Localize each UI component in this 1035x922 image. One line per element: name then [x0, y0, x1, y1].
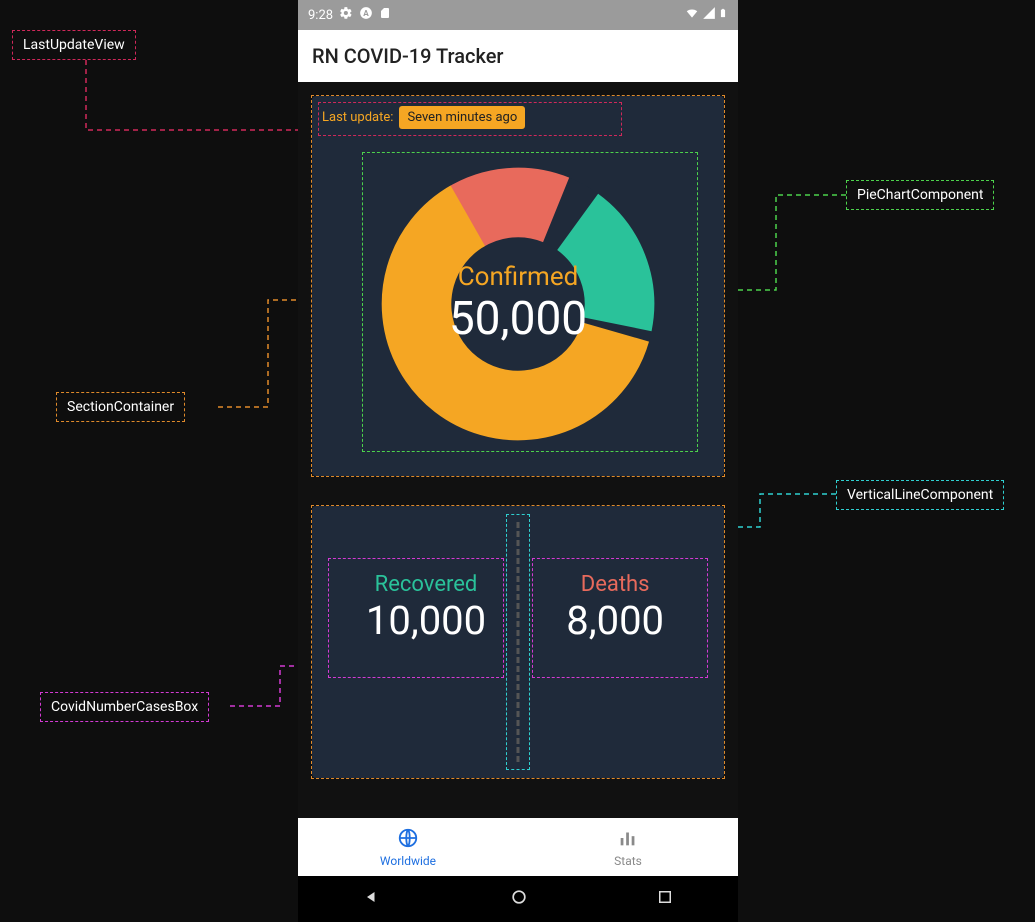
app-body: Last update: Seven minutes ago: [298, 82, 738, 778]
android-status-bar: 9:28 A: [298, 0, 738, 30]
tab-worldwide[interactable]: Worldwide: [298, 818, 518, 876]
annotation-label: VerticalLineComponent: [847, 487, 993, 503]
globe-icon: [397, 827, 419, 852]
android-recent-button[interactable]: [656, 888, 674, 910]
signal-icon: [702, 6, 716, 24]
status-right: [684, 5, 728, 25]
tab-label: Worldwide: [380, 854, 436, 868]
tab-stats[interactable]: Stats: [518, 818, 738, 876]
recovered-value: 10,000: [366, 597, 486, 644]
last-update-label: Last update:: [322, 110, 393, 125]
section-container-2: Recovered 10,000 Deaths 8,000: [312, 506, 724, 778]
tab-label: Stats: [614, 854, 642, 868]
status-left: 9:28 A: [308, 6, 391, 24]
annotation-covid-number-cases-box: CovidNumberCasesBox: [40, 692, 209, 722]
sd-card-icon: [379, 6, 391, 24]
battery-icon: [718, 5, 728, 25]
status-time: 9:28: [308, 8, 333, 23]
deaths-label: Deaths: [560, 572, 670, 597]
phone-frame: 9:28 A RN COVID-19 Tracker: [298, 0, 738, 922]
pie-chart-component: Confirmed 50,000: [368, 154, 668, 454]
pie-center: Confirmed 50,000: [449, 262, 587, 346]
deaths-value: 8,000: [560, 597, 670, 644]
android-home-button[interactable]: [509, 887, 529, 911]
last-update-badge: Seven minutes ago: [399, 106, 525, 129]
covid-number-cases-box-deaths: Deaths 8,000: [540, 562, 690, 654]
covid-number-cases-box-recovered: Recovered 10,000: [346, 562, 506, 654]
confirmed-value: 50,000: [449, 292, 587, 346]
confirmed-label: Confirmed: [449, 262, 587, 292]
annotation-label: PieChartComponent: [857, 187, 983, 203]
section-container: Last update: Seven minutes ago: [312, 96, 724, 476]
last-update-view: Last update: Seven minutes ago: [322, 106, 525, 129]
stats-row: Recovered 10,000 Deaths 8,000: [312, 562, 724, 654]
annotation-vertical-line-component: VerticalLineComponent: [836, 480, 1004, 510]
circle-a-icon: A: [359, 6, 373, 24]
bottom-tab-bar: Worldwide Stats: [298, 818, 738, 876]
page-title-bar: RN COVID-19 Tracker: [298, 30, 738, 82]
wifi-icon: [684, 6, 700, 24]
page-title: RN COVID-19 Tracker: [312, 44, 503, 68]
recovered-label: Recovered: [366, 572, 486, 597]
android-nav-bar: [298, 876, 738, 922]
svg-text:A: A: [363, 8, 369, 18]
android-back-button[interactable]: [362, 887, 382, 911]
annotation-pie-chart-component: PieChartComponent: [846, 180, 994, 210]
annotation-label: CovidNumberCasesBox: [51, 699, 198, 715]
annotation-section-container: SectionContainer: [56, 392, 185, 422]
gear-icon: [339, 6, 353, 24]
annotation-last-update-view: LastUpdateView: [12, 30, 136, 60]
annotation-label: SectionContainer: [67, 399, 174, 415]
bar-chart-icon: [617, 827, 639, 852]
annotation-label: LastUpdateView: [23, 37, 125, 53]
